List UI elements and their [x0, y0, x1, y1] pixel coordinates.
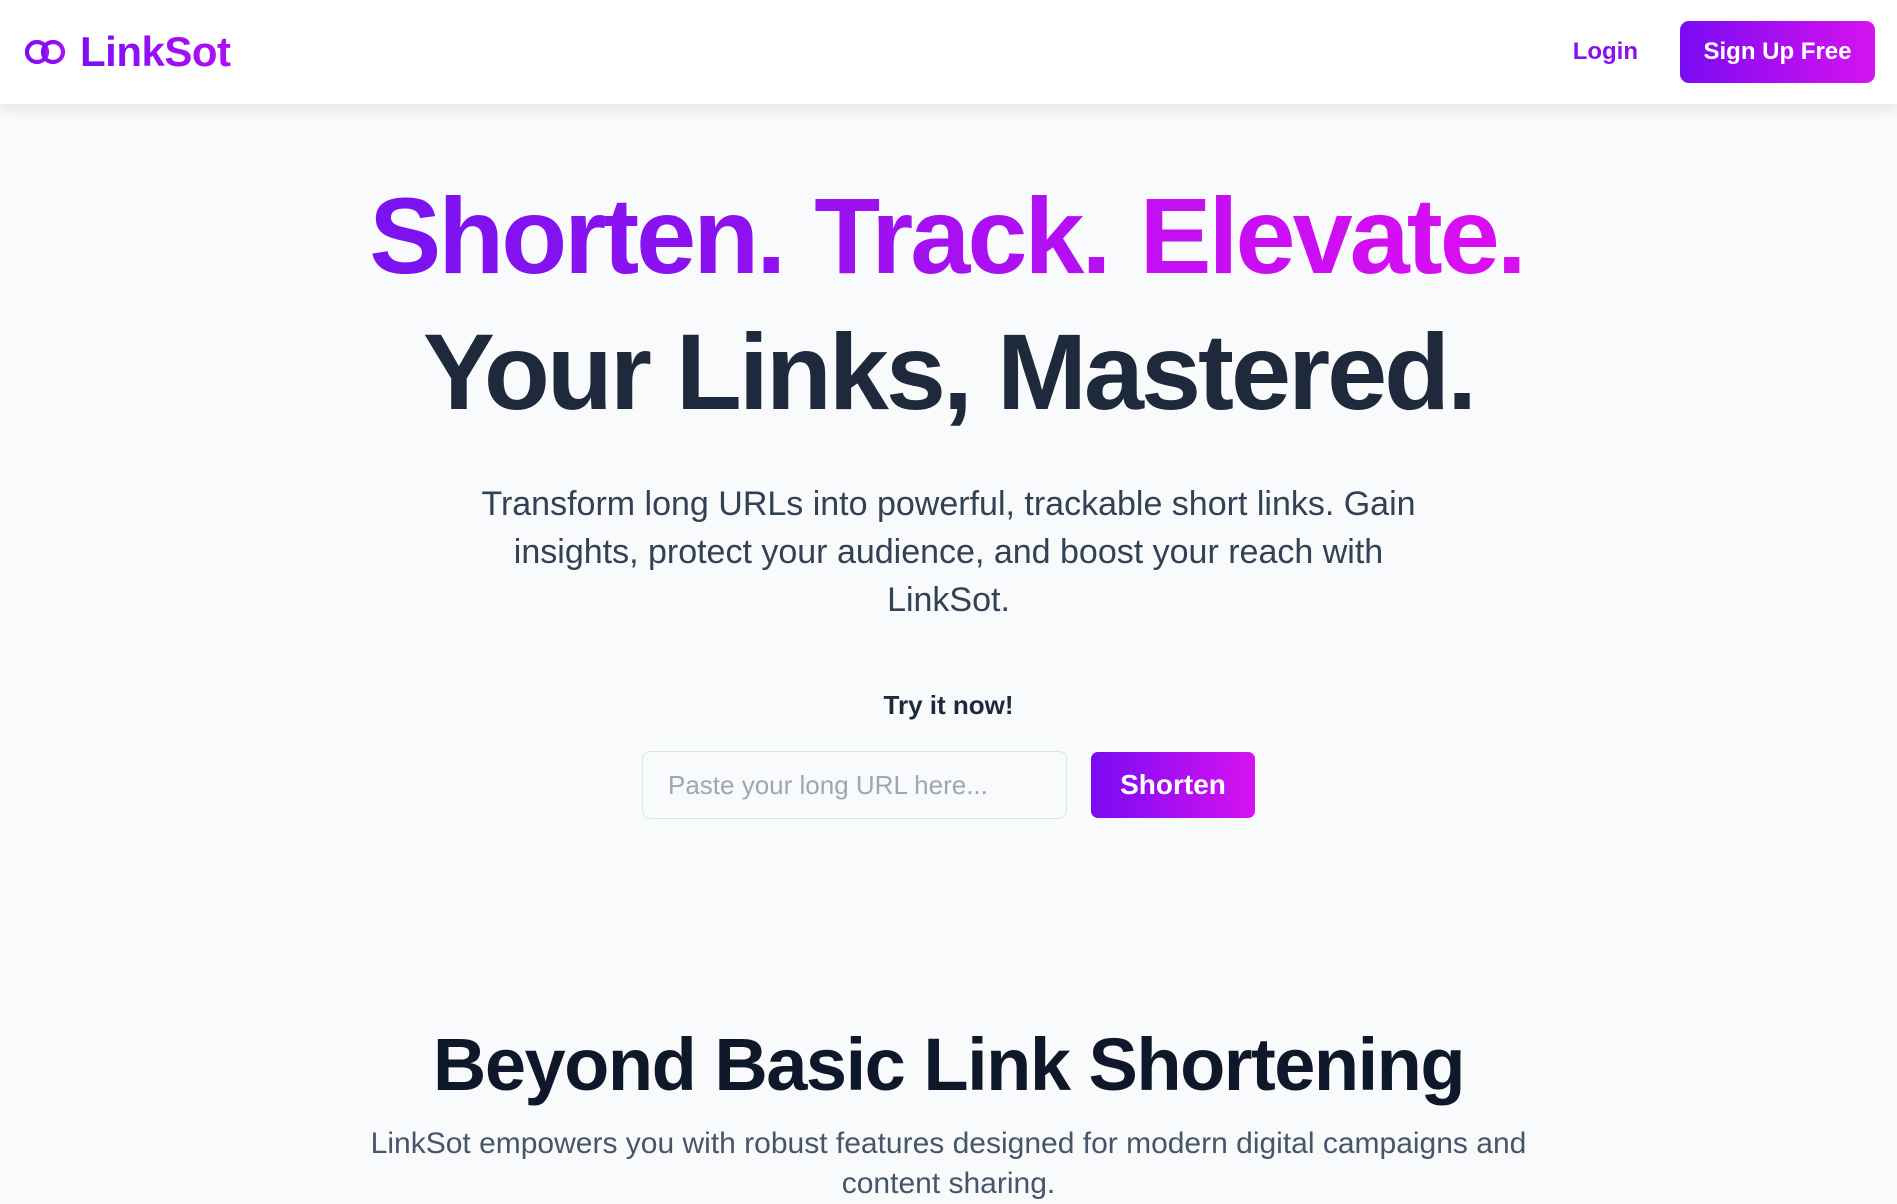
shorten-form: Shorten [0, 751, 1897, 819]
features-title: Beyond Basic Link Shortening [432, 1023, 1466, 1106]
hero-subheadline: Your Links, Mastered. [422, 311, 1477, 432]
sign-up-button[interactable]: Sign Up Free [1680, 21, 1875, 83]
brand-logo[interactable]: LinkSot [24, 28, 231, 76]
brand-name: LinkSot [80, 28, 231, 75]
headline-word-shorten: Shorten. [369, 182, 787, 290]
infinity-link-icon [24, 39, 66, 65]
login-link[interactable]: Login [1573, 38, 1638, 66]
header-nav: Login Sign Up Free [1573, 21, 1875, 83]
headline-word-track: Track. [814, 182, 1112, 290]
hero-headline: Shorten. Track. Elevate. [0, 182, 1897, 290]
try-it-label: Try it now! [883, 690, 1014, 720]
features-section: Beyond Basic Link Shortening LinkSot emp… [0, 1020, 1897, 1204]
headline-word-elevate: Elevate. [1140, 182, 1528, 290]
shorten-button[interactable]: Shorten [1091, 752, 1255, 818]
url-input[interactable] [642, 751, 1067, 819]
site-header: LinkSot Login Sign Up Free [0, 0, 1897, 104]
hero-description: Transform long URLs into powerful, track… [481, 485, 1416, 619]
features-description: LinkSot empowers you with robust feature… [370, 1127, 1527, 1200]
hero-section: Shorten. Track. Elevate. Your Links, Mas… [0, 104, 1897, 819]
